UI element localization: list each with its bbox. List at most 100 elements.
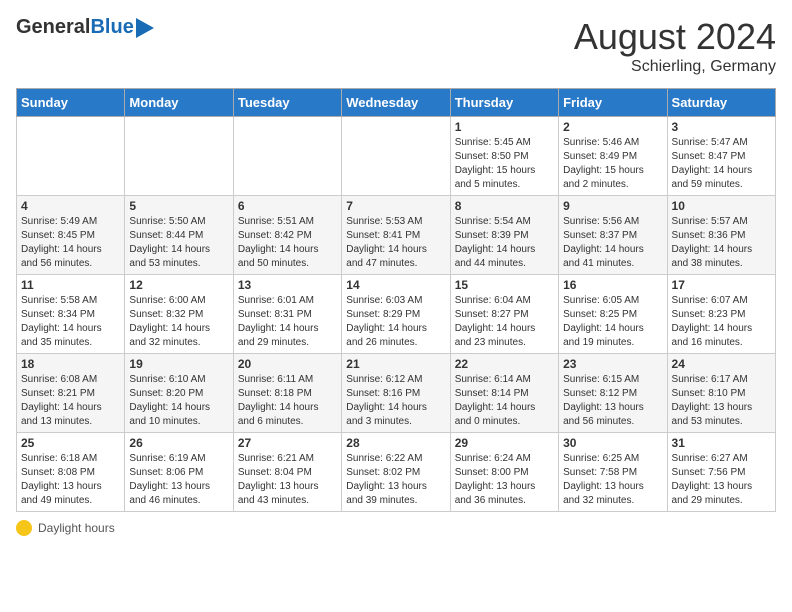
day-info: Sunrise: 5:50 AMSunset: 8:44 PMDaylight:…: [129, 215, 228, 271]
day-number: 2: [563, 120, 662, 134]
day-number: 29: [455, 436, 554, 450]
calendar-cell: 2 Sunrise: 5:46 AMSunset: 8:49 PMDaylight…: [559, 117, 667, 196]
day-number: 16: [563, 278, 662, 292]
day-number: 19: [129, 357, 228, 371]
calendar-cell: 12Sunrise: 6:00 AMSunset: 8:32 PMDayligh…: [125, 275, 233, 354]
day-number: 26: [129, 436, 228, 450]
day-number: 24: [672, 357, 771, 371]
calendar-cell: 10Sunrise: 5:57 AMSunset: 8:36 PMDayligh…: [667, 196, 775, 275]
day-info: Sunrise: 6:05 AMSunset: 8:25 PMDaylight:…: [563, 294, 662, 350]
day-number: 4: [21, 199, 120, 213]
calendar-cell: 4 Sunrise: 5:49 AMSunset: 8:45 PMDaylight…: [17, 196, 125, 275]
day-number: 27: [238, 436, 337, 450]
logo-arrow-icon: [136, 18, 154, 38]
footer: Daylight hours: [16, 520, 776, 536]
calendar-cell: 15 Sunrise: 6:04 AMSunset: 8:27 PMDayligh…: [450, 275, 558, 354]
calendar-week-row: 18Sunrise: 6:08 AMSunset: 8:21 PMDayligh…: [17, 354, 776, 433]
day-number: 11: [21, 278, 120, 292]
calendar-cell: [233, 117, 341, 196]
calendar-cell: 5 Sunrise: 5:50 AMSunset: 8:44 PMDaylight…: [125, 196, 233, 275]
day-info: Sunrise: 5:54 AMSunset: 8:39 PMDaylight:…: [455, 215, 554, 271]
day-info: Sunrise: 6:10 AMSunset: 8:20 PMDaylight:…: [129, 373, 228, 429]
day-number: 31: [672, 436, 771, 450]
header-wednesday: Wednesday: [342, 89, 450, 117]
calendar-cell: [125, 117, 233, 196]
header-sunday: Sunday: [17, 89, 125, 117]
calendar-cell: 14 Sunrise: 6:03 AMSunset: 8:29 PMDayligh…: [342, 275, 450, 354]
day-number: 8: [455, 199, 554, 213]
day-number: 14: [346, 278, 445, 292]
day-info: Sunrise: 6:24 AMSunset: 8:00 PMDaylight:…: [455, 452, 554, 508]
day-info: Sunrise: 6:19 AMSunset: 8:06 PMDaylight:…: [129, 452, 228, 508]
day-info: Sunrise: 6:22 AMSunset: 8:02 PMDaylight:…: [346, 452, 445, 508]
calendar-cell: 7 Sunrise: 5:53 AMSunset: 8:41 PMDaylight…: [342, 196, 450, 275]
day-number: 28: [346, 436, 445, 450]
day-info: Sunrise: 6:25 AMSunset: 7:58 PMDaylight:…: [563, 452, 662, 508]
calendar-cell: 16 Sunrise: 6:05 AMSunset: 8:25 PMDayligh…: [559, 275, 667, 354]
day-info: Sunrise: 6:04 AMSunset: 8:27 PMDaylight:…: [455, 294, 554, 350]
calendar-cell: 20 Sunrise: 6:11 AMSunset: 8:18 PMDayligh…: [233, 354, 341, 433]
day-number: 22: [455, 357, 554, 371]
day-number: 20: [238, 357, 337, 371]
day-number: 6: [238, 199, 337, 213]
day-number: 25: [21, 436, 120, 450]
calendar-cell: 6Sunrise: 5:51 AMSunset: 8:42 PMDaylight…: [233, 196, 341, 275]
day-info: Sunrise: 5:46 AMSunset: 8:49 PMDaylight:…: [563, 136, 662, 192]
calendar-week-row: 1Sunrise: 5:45 AMSunset: 8:50 PMDaylight…: [17, 117, 776, 196]
day-number: 15: [455, 278, 554, 292]
day-info: Sunrise: 6:12 AMSunset: 8:16 PMDaylight:…: [346, 373, 445, 429]
day-number: 10: [672, 199, 771, 213]
calendar-cell: 1Sunrise: 5:45 AMSunset: 8:50 PMDaylight…: [450, 117, 558, 196]
day-info: Sunrise: 6:15 AMSunset: 8:12 PMDaylight:…: [563, 373, 662, 429]
calendar-cell: 28 Sunrise: 6:22 AMSunset: 8:02 PMDayligh…: [342, 433, 450, 512]
calendar-cell: 30 Sunrise: 6:25 AMSunset: 7:58 PMDayligh…: [559, 433, 667, 512]
day-info: Sunrise: 6:11 AMSunset: 8:18 PMDaylight:…: [238, 373, 337, 429]
day-number: 7: [346, 199, 445, 213]
day-number: 13: [238, 278, 337, 292]
day-info: Sunrise: 6:18 AMSunset: 8:08 PMDaylight:…: [21, 452, 120, 508]
title-block: August 2024 Schierling, Germany: [574, 16, 776, 76]
header-friday: Friday: [559, 89, 667, 117]
day-number: 5: [129, 199, 228, 213]
day-number: 30: [563, 436, 662, 450]
day-info: Sunrise: 6:03 AMSunset: 8:29 PMDaylight:…: [346, 294, 445, 350]
calendar-cell: 31 Sunrise: 6:27 AMSunset: 7:56 PMDayligh…: [667, 433, 775, 512]
day-info: Sunrise: 6:17 AMSunset: 8:10 PMDaylight:…: [672, 373, 771, 429]
header-thursday: Thursday: [450, 89, 558, 117]
calendar-cell: 26 Sunrise: 6:19 AMSunset: 8:06 PMDayligh…: [125, 433, 233, 512]
calendar-week-row: 25 Sunrise: 6:18 AMSunset: 8:08 PMDayligh…: [17, 433, 776, 512]
day-number: 3: [672, 120, 771, 134]
calendar-cell: 24 Sunrise: 6:17 AMSunset: 8:10 PMDayligh…: [667, 354, 775, 433]
calendar-week-row: 4 Sunrise: 5:49 AMSunset: 8:45 PMDaylight…: [17, 196, 776, 275]
day-number: 17: [672, 278, 771, 292]
calendar-cell: 22Sunrise: 6:14 AMSunset: 8:14 PMDayligh…: [450, 354, 558, 433]
day-info: Sunrise: 5:58 AMSunset: 8:34 PMDaylight:…: [21, 294, 120, 350]
logo-general-text: General: [16, 16, 90, 39]
calendar-cell: 18Sunrise: 6:08 AMSunset: 8:21 PMDayligh…: [17, 354, 125, 433]
calendar-cell: 11 Sunrise: 5:58 AMSunset: 8:34 PMDayligh…: [17, 275, 125, 354]
calendar-cell: 23Sunrise: 6:15 AMSunset: 8:12 PMDayligh…: [559, 354, 667, 433]
calendar-week-row: 11 Sunrise: 5:58 AMSunset: 8:34 PMDayligh…: [17, 275, 776, 354]
calendar-table: Sunday Monday Tuesday Wednesday Thursday…: [16, 88, 776, 512]
day-number: 12: [129, 278, 228, 292]
calendar-cell: 3 Sunrise: 5:47 AMSunset: 8:47 PMDaylight…: [667, 117, 775, 196]
day-info: Sunrise: 6:27 AMSunset: 7:56 PMDaylight:…: [672, 452, 771, 508]
day-info: Sunrise: 5:47 AMSunset: 8:47 PMDaylight:…: [672, 136, 771, 192]
calendar-cell: [17, 117, 125, 196]
page-header: General Blue August 2024 Schierling, Ger…: [16, 16, 776, 76]
sun-icon: [16, 520, 32, 536]
day-info: Sunrise: 6:21 AMSunset: 8:04 PMDaylight:…: [238, 452, 337, 508]
calendar-cell: [342, 117, 450, 196]
day-info: Sunrise: 5:49 AMSunset: 8:45 PMDaylight:…: [21, 215, 120, 271]
day-info: Sunrise: 5:56 AMSunset: 8:37 PMDaylight:…: [563, 215, 662, 271]
day-info: Sunrise: 5:53 AMSunset: 8:41 PMDaylight:…: [346, 215, 445, 271]
day-number: 18: [21, 357, 120, 371]
calendar-header-row: Sunday Monday Tuesday Wednesday Thursday…: [17, 89, 776, 117]
header-tuesday: Tuesday: [233, 89, 341, 117]
calendar-cell: 29 Sunrise: 6:24 AMSunset: 8:00 PMDayligh…: [450, 433, 558, 512]
calendar-cell: 19 Sunrise: 6:10 AMSunset: 8:20 PMDayligh…: [125, 354, 233, 433]
location-subtitle: Schierling, Germany: [574, 58, 776, 76]
calendar-cell: 9Sunrise: 5:56 AMSunset: 8:37 PMDaylight…: [559, 196, 667, 275]
day-info: Sunrise: 5:45 AMSunset: 8:50 PMDaylight:…: [455, 136, 554, 192]
calendar-cell: 8 Sunrise: 5:54 AMSunset: 8:39 PMDaylight…: [450, 196, 558, 275]
